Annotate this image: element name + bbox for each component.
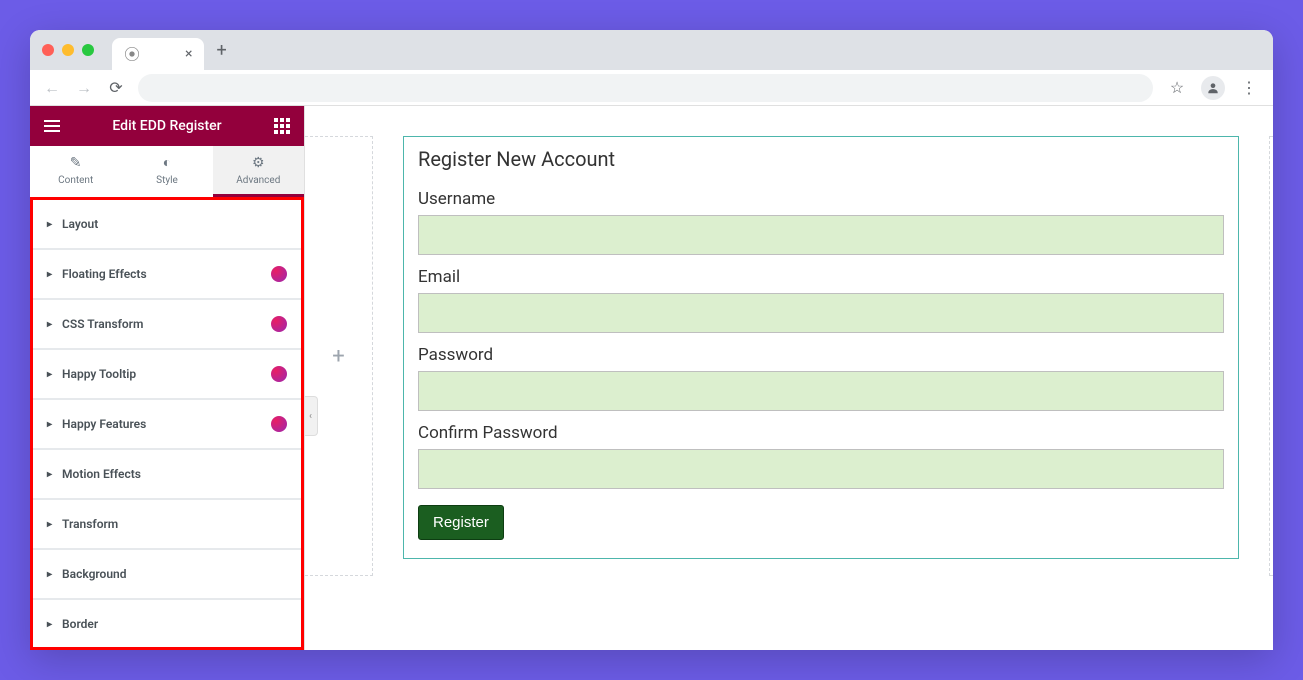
happy-addons-badge-icon	[271, 316, 287, 332]
section-label: Border	[62, 617, 98, 631]
section-happy-features[interactable]: ▸ Happy Features	[33, 400, 301, 448]
tab-advanced[interactable]: ⚙ Advanced	[213, 146, 304, 197]
section-happy-tooltip[interactable]: ▸ Happy Tooltip	[33, 350, 301, 398]
section-css-transform[interactable]: ▸ CSS Transform	[33, 300, 301, 348]
hamburger-icon	[44, 120, 60, 132]
section-label: Background	[62, 567, 126, 581]
browser-tab[interactable]: ×	[112, 38, 204, 70]
section-label: Motion Effects	[62, 467, 141, 481]
caret-right-icon: ▸	[47, 319, 52, 330]
pencil-icon: ✎	[70, 155, 82, 171]
section-floating-effects[interactable]: ▸ Floating Effects	[33, 250, 301, 298]
browser-tab-strip: × +	[30, 30, 1273, 70]
section-background[interactable]: ▸ Background	[33, 550, 301, 598]
happy-addons-badge-icon	[271, 416, 287, 432]
caret-right-icon: ▸	[47, 519, 52, 530]
page-content: Edit EDD Register ✎ Content ◐ Style ⚙ Ad…	[30, 106, 1273, 650]
window-minimize-button[interactable]	[62, 44, 74, 56]
section-border[interactable]: ▸ Border	[33, 600, 301, 648]
panel-tabs: ✎ Content ◐ Style ⚙ Advanced	[30, 146, 304, 197]
contrast-icon: ◐	[163, 154, 171, 171]
gear-icon: ⚙	[252, 155, 265, 171]
canvas-row: + Register New Account Username Email Pa…	[305, 106, 1273, 650]
email-label: Email	[418, 267, 1224, 287]
register-button[interactable]: Register	[418, 505, 504, 540]
section-label: Layout	[62, 217, 98, 231]
confirm-password-label: Confirm Password	[418, 423, 1224, 443]
password-input[interactable]	[418, 371, 1224, 411]
empty-column-right[interactable]	[1269, 136, 1273, 576]
happy-addons-badge-icon	[271, 366, 287, 382]
caret-right-icon: ▸	[47, 619, 52, 630]
panel-collapse-handle[interactable]: ‹	[305, 396, 318, 436]
profile-avatar[interactable]	[1201, 76, 1225, 100]
window-maximize-button[interactable]	[82, 44, 94, 56]
chrome-icon	[124, 46, 140, 62]
section-transform[interactable]: ▸ Transform	[33, 500, 301, 548]
tab-label: Advanced	[236, 175, 280, 186]
back-button[interactable]: ←	[42, 78, 62, 98]
empty-column-left[interactable]: +	[305, 136, 373, 576]
panel-header: Edit EDD Register	[30, 106, 304, 146]
section-label: CSS Transform	[62, 317, 143, 331]
new-tab-button[interactable]: +	[216, 40, 226, 61]
window-close-button[interactable]	[42, 44, 54, 56]
form-column: Register New Account Username Email Pass…	[373, 136, 1269, 650]
browser-window: × + ← → ⟳ ☆ ⋮ Edit EDD Register	[30, 30, 1273, 650]
edd-register-widget[interactable]: Register New Account Username Email Pass…	[403, 136, 1239, 559]
section-motion-effects[interactable]: ▸ Motion Effects	[33, 450, 301, 498]
username-input[interactable]	[418, 215, 1224, 255]
add-widget-icon[interactable]: +	[332, 344, 344, 369]
section-label: Transform	[62, 517, 118, 531]
editor-canvas: ‹ + Register New Account Username Email …	[305, 106, 1273, 650]
tab-style[interactable]: ◐ Style	[121, 146, 212, 197]
section-label: Floating Effects	[62, 267, 147, 281]
widgets-grid-button[interactable]	[274, 118, 290, 134]
panel-title: Edit EDD Register	[112, 118, 221, 134]
password-label: Password	[418, 345, 1224, 365]
username-label: Username	[418, 189, 1224, 209]
window-controls	[42, 44, 94, 56]
browser-menu-icon[interactable]: ⋮	[1237, 78, 1261, 97]
section-label: Happy Tooltip	[62, 367, 136, 381]
caret-right-icon: ▸	[47, 419, 52, 430]
form-legend: Register New Account	[418, 147, 1224, 171]
caret-right-icon: ▸	[47, 269, 52, 280]
tab-label: Content	[58, 175, 93, 186]
tab-close-icon[interactable]: ×	[185, 46, 192, 62]
caret-right-icon: ▸	[47, 469, 52, 480]
section-label: Happy Features	[62, 417, 146, 431]
grid-icon	[274, 118, 290, 134]
caret-right-icon: ▸	[47, 369, 52, 380]
browser-toolbar: ← → ⟳ ☆ ⋮	[30, 70, 1273, 106]
reload-button[interactable]: ⟳	[106, 78, 126, 97]
tab-content[interactable]: ✎ Content	[30, 146, 121, 197]
forward-button[interactable]: →	[74, 78, 94, 98]
confirm-password-input[interactable]	[418, 449, 1224, 489]
url-bar[interactable]	[138, 74, 1153, 102]
email-input[interactable]	[418, 293, 1224, 333]
tab-label: Style	[156, 175, 178, 186]
panel-menu-button[interactable]	[44, 120, 60, 132]
caret-right-icon: ▸	[47, 569, 52, 580]
bookmark-star-icon[interactable]: ☆	[1165, 78, 1189, 97]
elementor-panel: Edit EDD Register ✎ Content ◐ Style ⚙ Ad…	[30, 106, 305, 650]
advanced-sections-highlight: ▸ Layout ▸ Floating Effects ▸ CSS Transf…	[30, 197, 304, 650]
section-layout[interactable]: ▸ Layout	[33, 200, 301, 248]
happy-addons-badge-icon	[271, 266, 287, 282]
caret-right-icon: ▸	[47, 219, 52, 230]
